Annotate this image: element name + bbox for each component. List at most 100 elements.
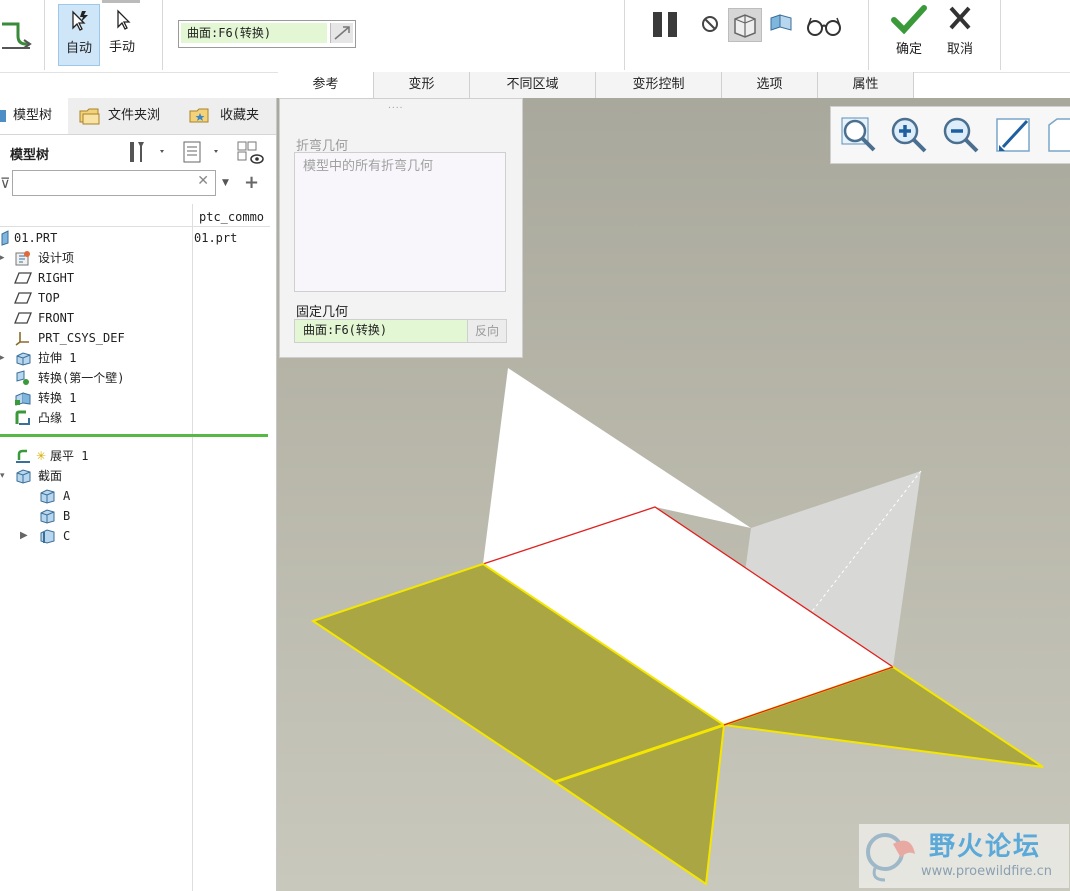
diagonal-arrow-icon [334,26,350,40]
insert-here-indicator[interactable] [0,434,268,437]
zoom-in-icon [891,117,927,153]
refit-button[interactable] [839,115,879,155]
tree-item-sections[interactable]: ▾ 截面 [0,466,190,486]
panel-grip-icon[interactable]: .... [388,101,403,111]
flange-icon [15,410,30,425]
verify-button[interactable] [768,12,794,36]
tree-item-label: 01.PRT [14,231,58,245]
navtab-folder-browser-label: 文件夹浏 [108,108,161,123]
convert-wall-icon [16,370,29,385]
navigator-panel: 模型树 文件夹浏 收藏夹 模型树 ⊽ ✕ ▼ + ptc_commo 01.PR… [0,98,277,891]
glasses-icon [807,17,841,36]
tab-options[interactable]: 选项 [722,72,818,98]
zoom-out-button[interactable] [941,115,981,155]
show-options-button[interactable] [180,138,226,166]
fixed-geometry-field[interactable]: 曲面:F6(转换) [294,319,468,343]
dashboard-tabs: 参考 变形 不同区域 变形控制 选项 属性 [278,72,998,98]
ok-label: 确定 [895,42,922,57]
tree-item-flange-1[interactable]: 凸缘 1 [0,408,190,428]
tree-item-label: C [63,529,71,543]
manual-mode-button[interactable]: 手动 [102,4,142,64]
datum-plane-icon [14,312,32,324]
close-icon [949,6,971,30]
no-preview-button[interactable] [700,14,720,34]
navtab-folder-browser[interactable]: 文件夹浏 [72,98,176,134]
tree-item-label: 设计项 [38,251,75,265]
tree-item-section-b[interactable]: B [0,506,190,526]
preview-glasses-button[interactable] [806,14,842,38]
tree-item-unbend-1[interactable]: ✳ 展平 1 [0,446,190,466]
fixed-geometry-label: 固定几何 [296,305,349,320]
repaint-button[interactable] [993,115,1033,155]
auto-mode-button[interactable]: 自动 [58,4,100,66]
tree-item-top-plane[interactable]: TOP [0,288,190,308]
model-tree-title: 模型树 [10,148,50,163]
tree-item-section-c[interactable]: ▶ C [0,526,190,546]
tab-distinct-regions[interactable]: 不同区域 [470,72,596,98]
fixed-geometry-collector[interactable]: 曲面:F6(转换) [178,20,356,48]
tree-item-label: TOP [38,291,60,305]
folder-icon [79,108,100,125]
tree-item-section-a[interactable]: A [0,486,190,506]
collector-value: 曲面:F6(转换) [181,23,327,43]
column-header-ptc-common-name[interactable]: ptc_commo [199,210,264,224]
pause-button[interactable] [650,10,682,40]
ribbon-toolbar: 自动 手动 曲面:F6(转换) 确定 取消 [0,0,1070,73]
expand-arrow-icon[interactable]: ▸ [0,248,5,268]
references-panel: .... 折弯几何 模型中的所有折弯几何 固定几何 曲面:F6(转换) 反向 [279,98,523,358]
tree-item-label: PRT_CSYS_DEF [38,331,125,345]
add-filter-icon[interactable]: + [244,172,259,193]
favorites-folder-icon [189,108,209,123]
navtab-model-tree[interactable]: 模型树 [0,98,68,134]
expand-arrow-icon[interactable]: ▸ [0,348,5,368]
saved-views-button[interactable] [1045,115,1070,155]
navtab-favorites[interactable]: 收藏夹 [182,98,276,134]
collapse-arrow-icon[interactable]: ▾ [0,466,5,486]
saved-views-icon [1048,118,1070,152]
tree-item-convert-1[interactable]: 转换 1 [0,388,190,408]
tab-deformation[interactable]: 变形 [374,72,470,98]
clear-search-icon[interactable]: ✕ [197,173,209,189]
new-feature-star-icon: ✳ [36,449,47,463]
columns-eye-icon [237,141,264,164]
preview-geometry-icon [734,14,756,38]
section-cube-icon [40,489,55,504]
tree-item-front-plane[interactable]: FRONT [0,308,190,328]
repaint-icon [996,118,1030,152]
tree-item-label: 展平 1 [50,449,89,463]
tree-search-input[interactable]: ✕ [12,170,216,196]
tab-deformation-control[interactable]: 变形控制 [596,72,722,98]
columns-visibility-button[interactable] [236,138,266,166]
prohibit-icon [702,16,718,32]
zoom-in-button[interactable] [889,115,929,155]
ok-button[interactable]: 确定 [886,4,932,64]
tab-references[interactable]: 参考 [278,72,374,98]
collector-options-button[interactable] [330,23,353,43]
zoom-out-icon [943,117,979,153]
tree-item-convert-first-wall[interactable]: 转换(第一个壁) [0,368,190,388]
settings-button[interactable] [126,138,172,166]
flip-button[interactable]: 反向 [467,319,507,343]
bend-geometry-collector[interactable]: 模型中的所有折弯几何 [294,152,506,292]
tree-item-extrude[interactable]: ▸ 拉伸 1 [0,348,190,368]
navigator-tabs: 模型树 文件夹浏 收藏夹 [0,98,276,135]
datum-plane-icon [14,292,32,304]
preview-geometry-button[interactable] [728,8,762,42]
view-toolbar [830,106,1070,164]
cancel-button[interactable]: 取消 [938,4,982,64]
tab-properties[interactable]: 属性 [818,72,914,98]
tree-item-part[interactable]: 01.PRT 01.prt [0,228,270,248]
tree-item-right-plane[interactable]: RIGHT [0,268,190,288]
bend-geometry-placeholder: 模型中的所有折弯几何 [303,159,434,174]
expand-arrow-icon[interactable]: ▶ [20,526,28,546]
tree-item-csys[interactable]: PRT_CSYS_DEF [0,328,190,348]
design-items-icon [15,251,30,266]
verify-model-icon [770,14,792,31]
tree-item-label: 转换(第一个壁) [38,371,125,385]
tree-item-design-items[interactable]: ▸ 设计项 [0,248,190,268]
flatten-feature-icon [0,14,32,54]
navtab-favorites-label: 收藏夹 [220,108,260,123]
filter-dropdown-icon[interactable]: ▼ [222,178,229,188]
section-plane-icon [40,529,55,544]
coordinate-system-icon [15,332,29,346]
